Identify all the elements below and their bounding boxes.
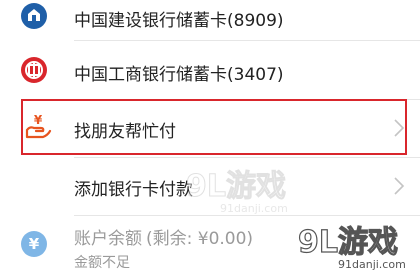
icbc-bank-logo-icon	[21, 57, 47, 83]
payment-option-label: 中国工商银行储蓄卡(3407)	[74, 65, 284, 85]
payment-option-ccb[interactable]: 中国建设银行储蓄卡(8909)	[0, 0, 420, 36]
balance-label: 账户余额	[74, 229, 142, 249]
balance-yen-icon: ¥	[21, 231, 47, 257]
svg-text:¥: ¥	[29, 235, 40, 253]
payment-option-balance: ¥ 账户余额 (剩余: ¥0.00) 金额不足	[0, 216, 420, 280]
payment-option-add-card[interactable]: 添加银行卡付款	[0, 158, 420, 215]
insufficient-note: 金额不足	[74, 255, 130, 271]
payment-option-label: 中国建设银行储蓄卡(8909)	[74, 11, 284, 31]
payment-option-icbc[interactable]: 中国工商银行储蓄卡(3407)	[0, 41, 420, 99]
payment-option-label: 添加银行卡付款	[74, 180, 193, 200]
highlight-box	[21, 99, 407, 155]
ccb-bank-logo-icon	[21, 3, 47, 29]
balance-remaining: (剩余: ¥0.00)	[146, 229, 254, 249]
chevron-right-icon	[394, 177, 405, 195]
